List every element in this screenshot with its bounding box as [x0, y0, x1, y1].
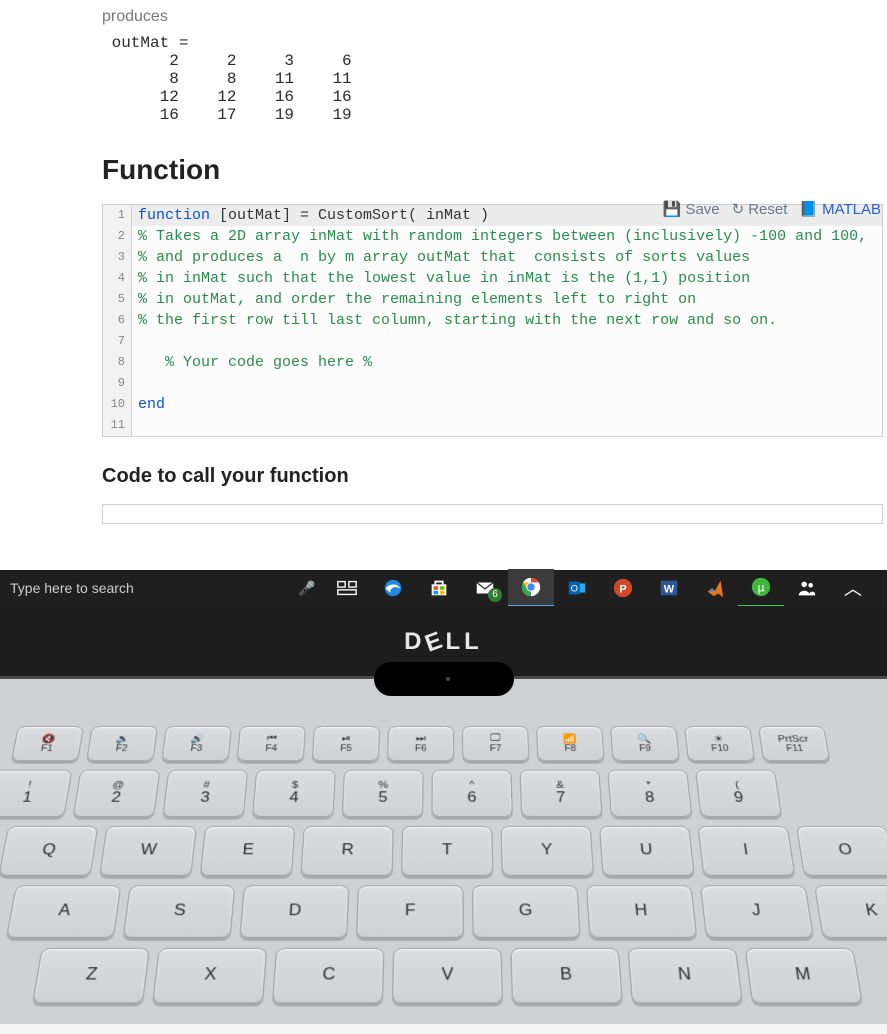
keyboard-key: *8 — [607, 770, 692, 817]
keyboard: 🔇F1🔉F2🔊F3⏮F4⏯F5⏭F6🖵F7📶F8🔍F9☀F10PrtScrF11… — [0, 726, 887, 1034]
keyboard-key: O — [796, 826, 887, 876]
book-icon: 📘 — [799, 200, 818, 218]
keyboard-key: 🔇F1 — [11, 726, 84, 761]
keyboard-key: #3 — [162, 770, 248, 817]
reset-button[interactable]: ↻ Reset — [732, 200, 788, 218]
app-screen: produces outMat = 2 2 3 6 8 8 11 11 12 1… — [0, 0, 887, 570]
keyboard-key: %5 — [342, 770, 424, 817]
keyboard-key: 🔉F2 — [86, 726, 158, 761]
save-label: Save — [685, 201, 719, 218]
reset-label: Reset — [748, 201, 787, 218]
keyboard-key: E — [200, 826, 295, 876]
keyboard-key: R — [300, 826, 393, 876]
outlook-icon[interactable]: O — [554, 570, 600, 606]
keyboard-key: (9 — [695, 770, 782, 817]
keyboard-key: ⏯F5 — [312, 726, 380, 761]
svg-text:µ: µ — [758, 581, 765, 595]
matrix-output: outMat = 2 2 3 6 8 8 11 11 12 12 16 16 1… — [102, 34, 887, 124]
function-heading: Function — [102, 154, 887, 186]
keyboard-key: C — [272, 948, 384, 1004]
keyboard-key: M — [745, 948, 863, 1004]
mail-badge: 6 — [488, 588, 502, 602]
save-button[interactable]: 💾 Save — [663, 200, 720, 218]
keyboard-key: Q — [0, 826, 98, 876]
svg-text:O: O — [571, 584, 578, 594]
task-view-icon[interactable] — [324, 570, 370, 606]
camera-shutter — [374, 662, 514, 696]
call-heading: Code to call your function — [102, 465, 887, 488]
keyboard-key: $4 — [252, 770, 336, 817]
matlab-label: MATLAB — [822, 201, 881, 218]
keyboard-key: I — [698, 826, 796, 876]
mail-icon[interactable]: 6 — [462, 570, 508, 606]
keyboard-key: J — [700, 885, 814, 938]
code-lines[interactable]: function [outMat] = CustomSort( inMat )%… — [132, 205, 882, 436]
keyboard-key: ^6 — [432, 770, 513, 817]
keyboard-key: K — [814, 885, 887, 938]
keyboard-key: 🖵F7 — [462, 726, 529, 761]
search-placeholder: Type here to search — [10, 580, 134, 596]
laptop-body: DELL 🔇F1🔉F2🔊F3⏮F4⏯F5⏭F6🖵F7📶F8🔍F9☀F10PrtS… — [0, 606, 887, 1024]
reset-icon: ↻ — [732, 200, 745, 218]
keyboard-key: G — [472, 885, 581, 938]
line-gutter: 1234567891011 — [103, 205, 132, 436]
store-icon[interactable] — [416, 570, 462, 606]
keyboard-key: S — [123, 885, 236, 938]
powerpoint-icon[interactable]: P — [600, 570, 646, 606]
keyboard-key: Z — [32, 948, 150, 1004]
chrome-icon[interactable] — [508, 569, 554, 607]
keyboard-key: @2 — [73, 770, 161, 817]
windows-taskbar: Type here to search 🎤 6 O P W µ ︿ — [0, 570, 887, 606]
cortana-mic-icon[interactable]: 🎤 — [290, 580, 324, 597]
editor-toolbar: 💾 Save ↻ Reset 📘 MATLAB — [663, 200, 881, 218]
keyboard-key: T — [401, 826, 493, 876]
svg-text:W: W — [664, 584, 675, 596]
code-editor[interactable]: 1234567891011 function [outMat] = Custom… — [102, 204, 883, 437]
keyboard-key: X — [152, 948, 267, 1004]
keyboard-key: F — [356, 885, 464, 938]
keyboard-key: D — [239, 885, 349, 938]
call-code-editor[interactable] — [102, 504, 883, 524]
matlab-icon[interactable] — [692, 570, 738, 606]
keyboard-key: 📶F8 — [536, 726, 605, 761]
keyboard-key: V — [392, 948, 503, 1004]
svg-text:P: P — [619, 584, 626, 596]
keyboard-key: !1 — [0, 770, 72, 817]
taskbar-chevron-icon[interactable]: ︿ — [830, 570, 876, 606]
keyboard-key: Y — [501, 826, 594, 876]
keyboard-key: U — [599, 826, 695, 876]
keyboard-key: W — [99, 826, 197, 876]
taskbar-search[interactable]: Type here to search — [0, 570, 290, 606]
keyboard-key: 🔊F3 — [161, 726, 232, 761]
produces-label: produces — [102, 0, 887, 26]
edge-icon[interactable] — [370, 570, 416, 606]
keyboard-key: H — [586, 885, 697, 938]
word-icon[interactable]: W — [646, 570, 692, 606]
keyboard-key: N — [628, 948, 743, 1004]
keyboard-key: ⏭F6 — [387, 726, 454, 761]
keyboard-key: ⏮F4 — [237, 726, 306, 761]
save-icon: 💾 — [663, 200, 682, 218]
keyboard-key: ☀F10 — [684, 726, 755, 761]
utorrent-icon[interactable]: µ — [738, 569, 784, 607]
keyboard-key: 🔍F9 — [610, 726, 680, 761]
dell-logo: DELL — [404, 628, 483, 656]
keyboard-key: B — [510, 948, 623, 1004]
matlab-doc-button[interactable]: 📘 MATLAB — [799, 200, 881, 218]
keyboard-key: PrtScrF11 — [758, 726, 830, 761]
people-icon[interactable] — [784, 570, 830, 606]
keyboard-key: A — [6, 885, 121, 938]
keyboard-key: &7 — [520, 770, 603, 817]
